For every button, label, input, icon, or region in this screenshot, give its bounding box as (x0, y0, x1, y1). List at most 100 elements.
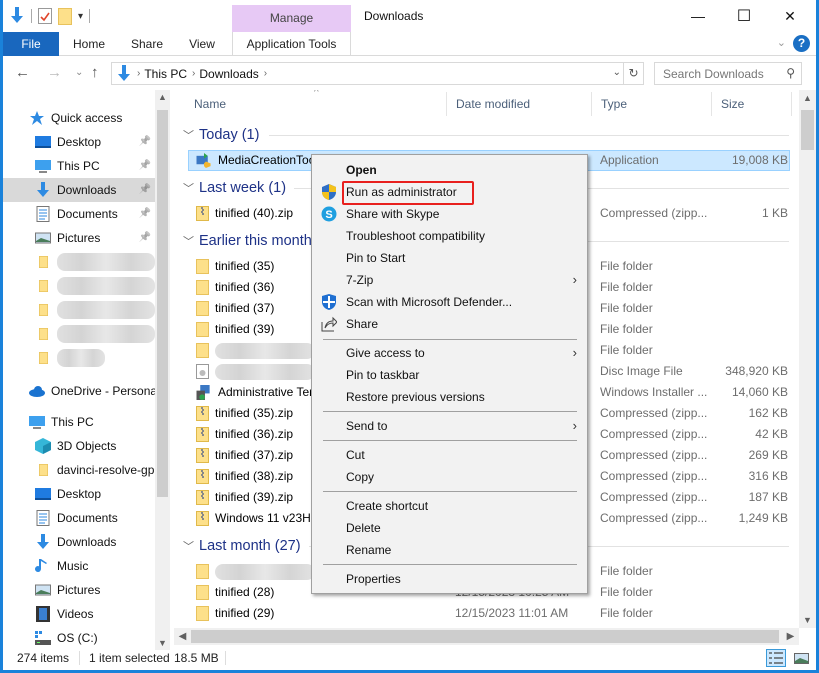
scrollbar-thumb[interactable] (157, 110, 168, 497)
sidebar-item-blurred-folder[interactable] (3, 322, 155, 346)
customize-toolbar-icon[interactable]: ▾ (78, 11, 83, 22)
column-header-type[interactable]: Type (594, 90, 627, 118)
sidebar-quick-access[interactable]: Quick access (3, 106, 155, 130)
file-row[interactable]: tinified (29) 12/15/2023 11:01 AM File fol… (174, 603, 790, 624)
new-folder-icon[interactable] (58, 7, 72, 25)
menu-item-delete[interactable]: Delete (312, 517, 587, 539)
scroll-up-icon[interactable]: ▲ (799, 93, 816, 103)
details-view-button[interactable] (766, 649, 786, 667)
breadcrumb-downloads[interactable]: Downloads (199, 67, 258, 81)
sidebar-item-blurred-folder[interactable] (3, 250, 155, 274)
back-button[interactable]: ← (15, 64, 30, 81)
pin-icon[interactable]: 📌 (139, 160, 151, 171)
menu-item-scan-with-defender[interactable]: Scan with Microsoft Defender... (312, 291, 587, 313)
sidebar-item-pictures[interactable]: Pictures (3, 578, 155, 602)
sidebar-item-videos[interactable]: Videos (3, 602, 155, 626)
downloads-icon[interactable] (9, 7, 25, 25)
group-header-last-month[interactable]: ﹀ Last month (27) (174, 534, 301, 558)
tab-home[interactable]: Home (65, 32, 113, 56)
sidebar-item-davinci[interactable]: davinci-resolve-gp (3, 458, 155, 482)
tab-application-tools[interactable]: Application Tools (232, 32, 351, 56)
pin-icon[interactable]: 📌 (139, 232, 151, 243)
sidebar-item-blurred-folder[interactable] (3, 298, 155, 322)
collapse-chevron-icon[interactable]: ﹀ (183, 180, 194, 196)
sidebar-item-blurred-folder[interactable] (3, 274, 155, 298)
scrollbar-thumb[interactable] (191, 630, 779, 643)
menu-item-share[interactable]: Share (312, 313, 587, 335)
breadcrumb-separator[interactable]: › (192, 68, 195, 79)
sidebar-item-documents[interactable]: Documents (3, 506, 155, 530)
help-icon[interactable]: ? (793, 35, 810, 52)
sidebar-item-documents[interactable]: Documents 📌 (3, 202, 155, 226)
menu-item-copy[interactable]: Copy (312, 466, 587, 488)
minimize-button[interactable]: — (675, 0, 721, 32)
address-bar[interactable]: › This PC › Downloads › ⌄ ↻ (111, 62, 644, 85)
scroll-right-icon[interactable]: ▶ (782, 628, 799, 645)
sidebar-item-downloads[interactable]: Downloads (3, 530, 155, 554)
scroll-down-icon[interactable]: ▼ (799, 615, 816, 625)
sidebar-onedrive[interactable]: OneDrive - Personal (3, 379, 160, 403)
menu-item-open[interactable]: Open (312, 159, 587, 181)
collapse-chevron-icon[interactable]: ﹀ (183, 233, 194, 249)
column-header-size[interactable]: Size (714, 90, 744, 118)
large-icons-view-button[interactable] (791, 649, 811, 667)
menu-item-pin-to-taskbar[interactable]: Pin to taskbar (312, 364, 587, 386)
scroll-left-icon[interactable]: ◀ (174, 628, 191, 645)
sidebar-item-desktop[interactable]: Desktop 📌 (3, 130, 155, 154)
group-header-earlier-this-month[interactable]: ﹀ Earlier this month (174, 229, 312, 253)
up-button[interactable]: ↑ (91, 64, 99, 81)
menu-item-give-access-to[interactable]: Give access to › (312, 342, 587, 364)
sidebar-item-this-pc[interactable]: This PC 📌 (3, 154, 155, 178)
menu-item-restore-previous-versions[interactable]: Restore previous versions (312, 386, 587, 408)
address-dropdown-icon[interactable]: ⌄ (613, 67, 621, 78)
pin-icon[interactable]: 📌 (139, 184, 151, 195)
menu-item-properties[interactable]: Properties (312, 568, 587, 590)
sidebar-scrollbar[interactable]: ▲ ▼ (155, 90, 170, 650)
properties-icon[interactable] (38, 8, 52, 24)
manage-contextual-tab[interactable]: Manage (232, 5, 351, 32)
collapse-chevron-icon[interactable]: ﹀ (183, 127, 194, 143)
scroll-up-icon[interactable]: ▲ (155, 92, 170, 102)
pin-icon[interactable]: 📌 (139, 136, 151, 147)
group-header-last-week[interactable]: ﹀ Last week (1) (174, 176, 286, 200)
sidebar-item-music[interactable]: Music (3, 554, 155, 578)
menu-item-create-shortcut[interactable]: Create shortcut (312, 495, 587, 517)
menu-item-cut[interactable]: Cut (312, 444, 587, 466)
sidebar-item-blurred-folder[interactable] (3, 346, 155, 370)
column-header-name[interactable]: Name (187, 90, 226, 118)
column-divider[interactable] (591, 92, 592, 116)
menu-item-pin-to-start[interactable]: Pin to Start (312, 247, 587, 269)
tab-file[interactable]: File (3, 32, 59, 56)
refresh-button[interactable]: ↻ (623, 63, 643, 84)
scrollbar-thumb[interactable] (801, 110, 814, 150)
breadcrumb-this-pc[interactable]: This PC (144, 67, 187, 81)
column-divider[interactable] (791, 92, 792, 116)
menu-item-share-with-skype[interactable]: S Share with Skype (312, 203, 587, 225)
recent-locations-button[interactable]: ⌄ (75, 67, 83, 78)
sidebar-this-pc[interactable]: This PC (3, 410, 155, 434)
sidebar-item-3d-objects[interactable]: 3D Objects (3, 434, 155, 458)
menu-item-send-to[interactable]: Send to › (312, 415, 587, 437)
breadcrumb-separator[interactable]: › (264, 68, 267, 79)
menu-item-7-zip[interactable]: 7-Zip › (312, 269, 587, 291)
tab-view[interactable]: View (181, 32, 223, 56)
expand-ribbon-icon[interactable]: ⌄ (777, 36, 786, 49)
menu-item-troubleshoot-compatibility[interactable]: Troubleshoot compatibility (312, 225, 587, 247)
column-divider[interactable] (711, 92, 712, 116)
file-list-horizontal-scrollbar[interactable]: ◀ ▶ (174, 628, 799, 645)
sidebar-item-downloads[interactable]: Downloads 📌 (3, 178, 155, 202)
maximize-button[interactable]: ☐ (721, 0, 767, 32)
menu-item-rename[interactable]: Rename (312, 539, 587, 561)
column-header-date[interactable]: Date modified (449, 90, 530, 118)
forward-button[interactable]: → (47, 64, 62, 81)
search-input[interactable]: Search Downloads ⚲ (654, 62, 802, 85)
file-list-vertical-scrollbar[interactable]: ▲ ▼ (799, 90, 816, 628)
sidebar-item-pictures[interactable]: Pictures 📌 (3, 226, 155, 250)
group-header-today[interactable]: ﹀ Today (1) (174, 123, 259, 147)
pin-icon[interactable]: 📌 (139, 208, 151, 219)
collapse-chevron-icon[interactable]: ﹀ (183, 538, 194, 554)
close-button[interactable]: ✕ (767, 0, 813, 32)
column-divider[interactable] (446, 92, 447, 116)
tab-share[interactable]: Share (123, 32, 171, 56)
sidebar-item-desktop[interactable]: Desktop (3, 482, 155, 506)
